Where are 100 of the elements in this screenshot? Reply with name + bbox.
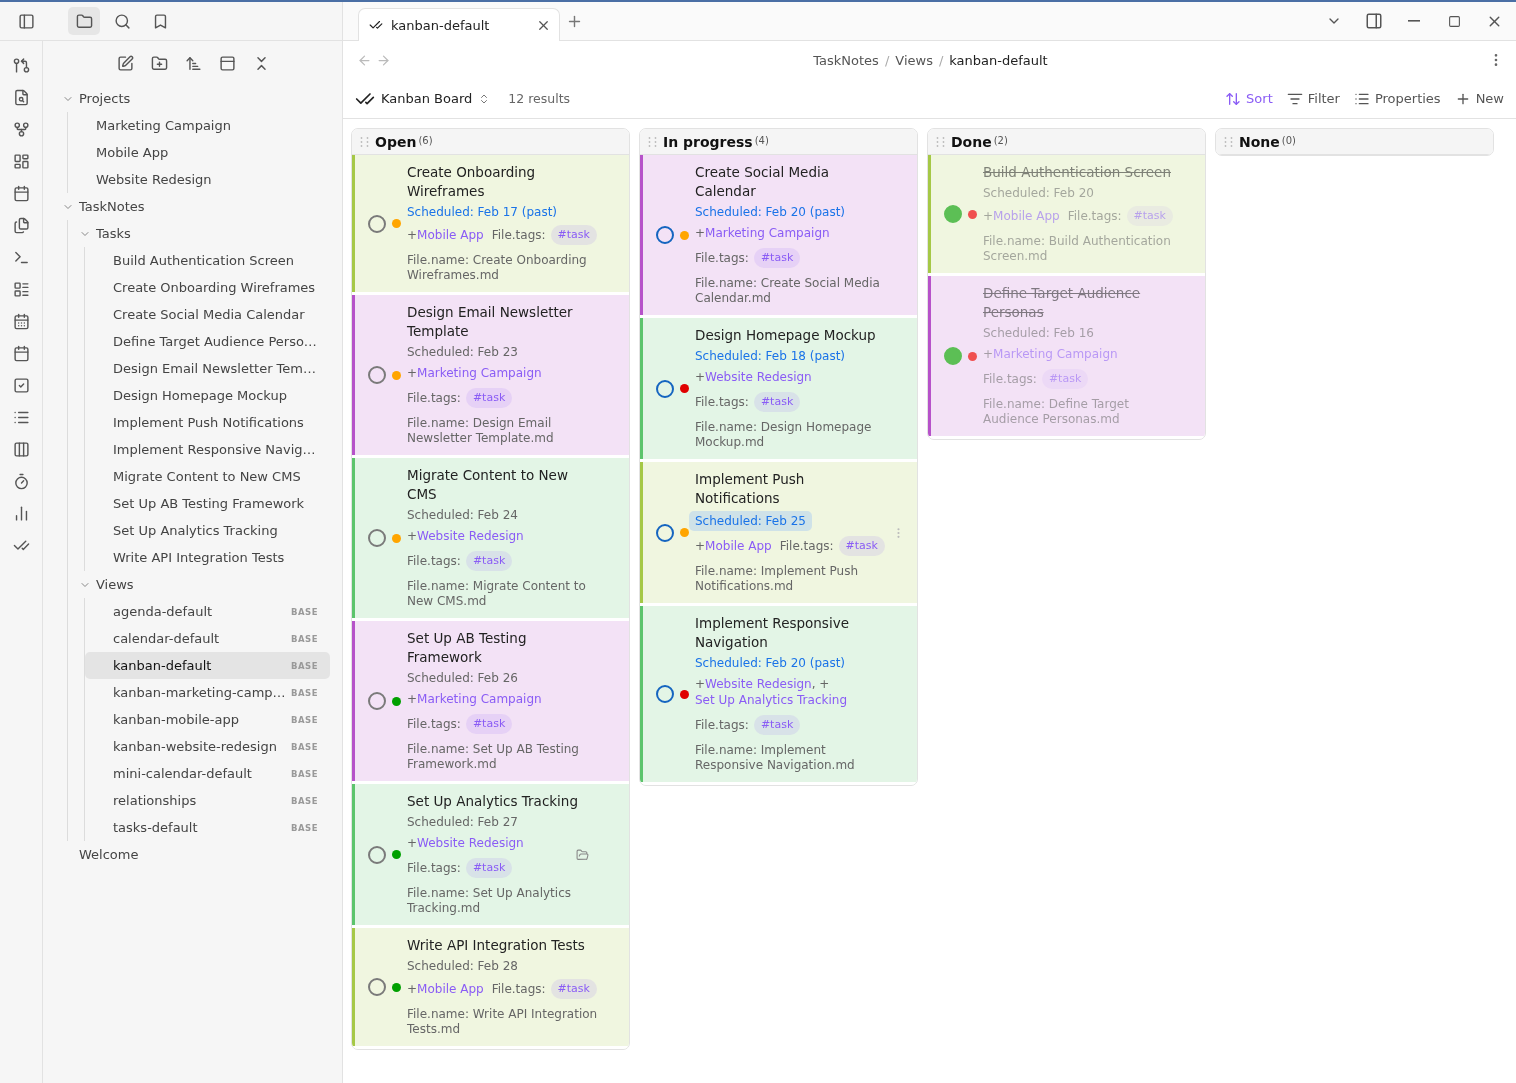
project-link[interactable]: Set Up Analytics Tracking [695,692,847,708]
breadcrumb-item[interactable]: TaskNotes [813,52,879,68]
task-title[interactable]: Set Up Analytics Tracking [407,792,599,811]
task-card[interactable]: Create Social Media Calendar Scheduled: Feb 20 (past) +Marketing Campaign File.tags: #task File.name: Create Social Media Calendar.md [640,155,917,318]
task-title[interactable]: Create Social Media Calendar [695,163,887,201]
task-card[interactable]: Build Authentication Screen Scheduled: Feb 20 +Mobile App File.tags: #task File.name: Build Authentication Screen.md [928,155,1205,276]
file-item[interactable]: Set Up AB Testing Framework [85,490,330,517]
scheduled-date[interactable]: Scheduled: Feb 24 [407,507,518,523]
folder-icon[interactable] [576,848,589,861]
status-circle-icon[interactable] [368,845,386,864]
status-circle-icon[interactable] [368,529,386,547]
status-circle-icon[interactable] [368,366,386,384]
task-title[interactable]: Migrate Content to New CMS [407,466,599,504]
status-circle-icon[interactable] [368,214,386,233]
status-circle-icon[interactable] [656,226,674,244]
file-item[interactable]: Create Social Media Calendar [85,301,330,328]
scheduled-date[interactable]: Scheduled: Feb 28 [407,958,518,974]
status-circle-icon[interactable] [656,523,674,542]
file-item[interactable]: kanban-marketing-camp… BASE [85,679,330,706]
project-link[interactable]: Marketing Campaign [417,365,542,381]
file-item[interactable]: Mobile App [68,139,330,166]
file-item[interactable]: Set Up Analytics Tracking [85,517,330,544]
status-circle-icon[interactable] [656,685,674,703]
checkbox-icon [12,376,30,394]
task-card[interactable]: Create Onboarding Wireframes Scheduled: Feb 17 (past) +Mobile App File.tags: #task File.name: Create Onboarding Wireframes.md [352,155,629,295]
drag-handle-icon[interactable] [360,135,370,148]
project-link[interactable]: Mobile App [705,538,772,554]
file-item[interactable]: Marketing Campaign [68,112,330,139]
file-item[interactable]: Implement Push Notifications [85,409,330,436]
file-item[interactable]: kanban-mobile-app BASE [85,706,330,733]
scheduled-date[interactable]: Scheduled: Feb 27 [407,814,518,830]
file-item[interactable]: kanban-default BASE [85,652,330,679]
file-item[interactable]: Build Authentication Screen [85,247,330,274]
task-card[interactable]: Set Up AB Testing Framework Scheduled: Feb 26 +Marketing Campaign File.tags: #task File.name: Set Up AB Testing Framework.md [352,621,629,784]
file-name: Implement Responsive Navig… [113,442,316,457]
project-link[interactable]: Mobile App [417,227,484,243]
task-card[interactable]: Design Homepage Mockup Scheduled: Feb 18 (past) +Website Redesign File.tags: #task File.name: Design Homepage Mockup.md [640,318,917,462]
task-title[interactable]: Set Up AB Testing Framework [407,629,599,667]
scheduled-date[interactable]: Scheduled: Feb 20 (past) [695,204,846,220]
file-item[interactable]: mini-calendar-default BASE [85,760,330,787]
project-link[interactable]: Mobile App [417,981,484,997]
project-link[interactable]: Website Redesign [705,676,812,692]
scheduled-date[interactable]: Scheduled: Feb 20 (past) [695,655,846,671]
folder-item[interactable]: Tasks [68,220,330,247]
drag-handle-icon[interactable] [1224,135,1234,148]
status-circle-icon[interactable] [368,978,386,996]
task-card[interactable]: Implement Push Notifications Scheduled: Feb 25 +Mobile App File.tags: #task File.name: Implement Push Notifications.md [640,462,917,606]
file-item[interactable]: Website Redesign [68,166,330,193]
scheduled-date[interactable]: Scheduled: Feb 23 [407,344,518,360]
view-selector[interactable]: Kanban Board [355,88,491,109]
file-item[interactable]: Design Homepage Mockup [85,382,330,409]
file-item[interactable]: tasks-default BASE [85,814,330,841]
task-title[interactable]: Design Homepage Mockup [695,326,887,345]
task-title[interactable]: Design Email Newsletter Template [407,303,599,341]
file-item[interactable]: Migrate Content to New CMS [85,463,330,490]
task-title[interactable]: Create Onboarding Wireframes [407,163,599,201]
scheduled-date[interactable]: Scheduled: Feb 26 [407,670,518,686]
project-link[interactable]: Marketing Campaign [417,691,542,707]
sort-button[interactable]: Sort [1225,90,1273,107]
breadcrumb-item[interactable]: Views [895,52,933,68]
project-link[interactable]: Website Redesign [705,369,812,385]
file-item[interactable]: Design Email Newsletter Tem… [85,355,330,382]
file-item[interactable]: Define Target Audience Perso… [85,328,330,355]
task-card[interactable]: Set Up Analytics Tracking Scheduled: Feb 27 +Website Redesign File.tags: #task File.name: Set Up Analytics Tracking.md [352,784,629,928]
task-title[interactable]: Build Authentication Screen [983,163,1175,182]
editor-tab[interactable]: kanban-default [358,8,560,41]
file-item[interactable]: Implement Responsive Navig… [85,436,330,463]
task-title[interactable]: Define Target Audience Personas [983,284,1175,322]
filter-button[interactable]: Filter [1286,90,1340,107]
task-card[interactable]: Define Target Audience Personas Scheduled: Feb 16 +Marketing Campaign File.tags: #task File.name: Define Target Audience Personas.md [928,276,1205,439]
project-link[interactable]: Website Redesign [417,835,524,851]
status-circle-icon[interactable] [656,379,674,398]
folder-item[interactable]: Projects [55,85,330,112]
task-card[interactable]: Migrate Content to New CMS Scheduled: Feb 24 +Website Redesign File.tags: #task File.name: Migrate Content to New CMS.md [352,458,629,621]
project-link[interactable]: Website Redesign [417,528,524,544]
file-item[interactable]: Welcome [55,841,330,868]
new-button[interactable]: New [1454,90,1504,107]
file-item[interactable]: calendar-default BASE [85,625,330,652]
drag-handle-icon[interactable] [936,135,946,148]
task-card[interactable]: Implement Responsive Navigation Scheduled: Feb 20 (past) +Website Redesign, + Set Up Analytics Tracking File.tags: #task File.name: Implement Responsive Navigation.md [640,606,917,785]
scheduled-date[interactable]: Scheduled: Feb 18 (past) [695,348,846,364]
file-item[interactable]: Write API Integration Tests [85,544,330,571]
file-item[interactable]: relationships BASE [85,787,330,814]
project-link[interactable]: Marketing Campaign [705,225,830,241]
folder-item[interactable]: Views [68,571,330,598]
drag-handle-icon[interactable] [648,135,658,148]
task-title[interactable]: Implement Push Notifications [695,470,887,508]
task-title[interactable]: Write API Integration Tests [407,936,599,955]
files-tab[interactable] [68,7,100,35]
scheduled-date[interactable]: Scheduled: Feb 17 (past) [407,204,558,220]
folder-item[interactable]: TaskNotes [55,193,330,220]
task-card[interactable]: Design Email Newsletter Template Scheduled: Feb 23 +Marketing Campaign File.tags: #task File.name: Design Email Newsletter Template.md [352,295,629,458]
file-item[interactable]: kanban-website-redesign BASE [85,733,330,760]
file-item[interactable]: Create Onboarding Wireframes [85,274,330,301]
status-circle-icon[interactable] [368,692,386,710]
breadcrumb-item[interactable]: kanban-default [949,52,1048,68]
task-card[interactable]: Write API Integration Tests Scheduled: Feb 28 +Mobile App File.tags: #task File.name: Write API Integration Tests.md [352,928,629,1049]
task-title[interactable]: Implement Responsive Navigation [695,614,887,652]
properties-button[interactable]: Properties [1353,90,1441,107]
file-item[interactable]: agenda-default BASE [85,598,330,625]
